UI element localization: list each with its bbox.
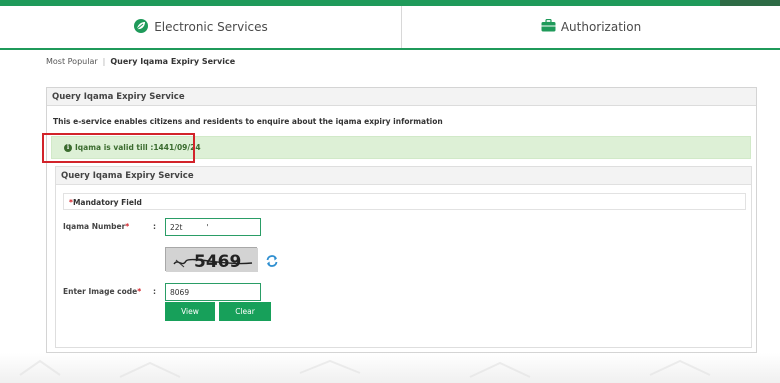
briefcase-icon xyxy=(541,18,556,35)
colon: : xyxy=(153,287,156,296)
tab-label: Authorization xyxy=(560,20,642,34)
image-code-input[interactable] xyxy=(165,283,261,301)
clear-button[interactable]: Clear xyxy=(219,302,271,321)
footer-pattern-decoration xyxy=(19,359,711,378)
breadcrumb-separator: | xyxy=(102,57,106,66)
leaf-icon xyxy=(133,18,149,37)
refresh-captcha-icon[interactable] xyxy=(265,253,279,267)
mandatory-field-note: *Mandatory Field xyxy=(63,193,746,210)
breadcrumb-most-popular[interactable]: Most Popular xyxy=(46,57,98,66)
captcha-image: 5469 xyxy=(165,247,258,272)
colon: : xyxy=(153,222,156,231)
iqama-number-label: Iqama Number* xyxy=(63,222,130,231)
service-form-panel: Query Iqama Expiry Service *Mandatory Fi… xyxy=(55,166,752,348)
breadcrumb-current: Query Iqama Expiry Service xyxy=(110,57,236,66)
highlight-box xyxy=(42,133,195,163)
breadcrumb: Most Popular | Query Iqama Expiry Servic… xyxy=(46,57,235,66)
query-service-panel: Query Iqama Expiry Service This e-servic… xyxy=(46,87,757,353)
panel-title: Query Iqama Expiry Service xyxy=(47,88,756,106)
service-form-title: Query Iqama Expiry Service xyxy=(56,167,751,185)
tab-electronic-services[interactable]: Electronic Services xyxy=(0,6,401,48)
view-button[interactable]: View xyxy=(165,302,215,321)
iqama-number-input[interactable] xyxy=(165,218,261,236)
tab-authorization[interactable]: Authorization xyxy=(402,6,780,48)
service-description: This e-service enables citizens and resi… xyxy=(53,117,443,126)
image-code-label: Enter Image code* xyxy=(63,287,142,296)
service-tabs-bar: Electronic Services Authorization xyxy=(0,6,780,50)
mandatory-label: Mandatory Field xyxy=(72,198,142,207)
tab-label: Electronic Services xyxy=(154,20,268,34)
